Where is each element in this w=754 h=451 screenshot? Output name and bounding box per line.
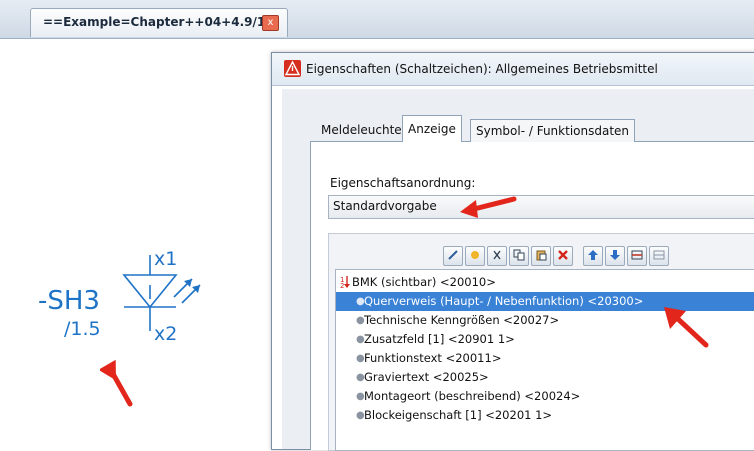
device-tag-label: -SH3: [38, 286, 100, 316]
new-icon: [471, 251, 479, 259]
tree-row[interactable]: 1 2 BMK (sichtbar) <20010>: [336, 273, 754, 292]
paste-icon: [536, 250, 547, 261]
svg-text:2: 2: [340, 282, 344, 289]
cut-icon: [493, 250, 501, 260]
dialog-title: Eigenschaften (Schaltzeichen): Allgemein…: [306, 62, 658, 76]
merge-button[interactable]: [649, 246, 669, 266]
tree-row-label: Graviertext <20025>: [364, 370, 489, 384]
copy-button[interactable]: [509, 246, 529, 266]
tree-row-label: Blockeigenschaft [1] <20201 1>: [364, 408, 553, 422]
tree-row-label: Montageort (beschreibend) <20024>: [364, 389, 581, 403]
tree-row[interactable]: ● Graviertext <20025>: [336, 368, 754, 387]
edit-icon: [448, 250, 458, 260]
signal-lamp-symbol[interactable]: [118, 255, 208, 345]
tab-anzeige[interactable]: Anzeige: [402, 115, 462, 142]
cross-reference-label: /1.5: [64, 318, 101, 340]
tree-row-label: Funktionstext <20011>: [364, 351, 502, 365]
paste-button[interactable]: [531, 246, 551, 266]
move-up-icon: [588, 250, 598, 260]
move-up-button[interactable]: [583, 246, 603, 266]
close-tab-button[interactable]: x: [262, 15, 279, 31]
move-down-icon: [610, 250, 620, 260]
cut-button[interactable]: [487, 246, 507, 266]
delete-icon: [558, 250, 568, 260]
document-tab-strip: ==Example=Chapter++04+4.9/1 x: [0, 0, 754, 39]
annotation-arrow-icon: [460, 196, 517, 218]
warning-icon: [284, 60, 301, 77]
tree-row[interactable]: ● Blockeigenschaft [1] <20201 1>: [336, 406, 754, 425]
tree-row[interactable]: ● Montageort (beschreibend) <20024>: [336, 387, 754, 406]
tab-symbol-funktionsdaten[interactable]: Symbol- / Funktionsdaten: [470, 119, 636, 142]
arrangement-dropdown[interactable]: Standardvorgabe: [328, 195, 754, 219]
delete-button[interactable]: [553, 246, 573, 266]
merge-icon: [653, 250, 665, 260]
tab-meldeleuchte[interactable]: Meldeleuchte: [316, 119, 407, 141]
arrangement-label: Eigenschaftsanordnung:: [330, 176, 476, 190]
annotation-arrow-icon: [100, 360, 133, 407]
move-down-button[interactable]: [605, 246, 625, 266]
document-tab[interactable]: ==Example=Chapter++04+4.9/1 x: [30, 8, 288, 37]
document-tab-title: ==Example=Chapter++04+4.9/1: [43, 15, 266, 29]
tree-row-label: Technische Kenngrößen <20027>: [364, 313, 560, 327]
edit-button[interactable]: [443, 246, 463, 266]
tree-row-label: Zusatzfeld [1] <20901 1>: [364, 332, 515, 346]
new-button[interactable]: [465, 246, 485, 266]
dialog-title-bar[interactable]: Eigenschaften (Schaltzeichen): Allgemein…: [272, 53, 754, 86]
tree-row-label: Querverweis (Haupt- / Nebenfunktion) <20…: [364, 294, 644, 308]
tree-row-label: BMK (sichtbar) <20010>: [352, 275, 496, 289]
properties-dialog: Eigenschaften (Schaltzeichen): Allgemein…: [271, 52, 754, 451]
arrangement-dropdown-value: Standardvorgabe: [333, 199, 437, 213]
sort-icon: 1 2: [340, 276, 350, 289]
property-tree[interactable]: 1 2 BMK (sichtbar) <20010> ● Querverweis…: [335, 269, 754, 451]
split-icon: [631, 250, 643, 260]
copy-icon: [513, 249, 525, 261]
annotation-arrow-icon: [664, 307, 709, 348]
tree-row[interactable]: ● Funktionstext <20011>: [336, 349, 754, 368]
split-button[interactable]: [627, 246, 647, 266]
